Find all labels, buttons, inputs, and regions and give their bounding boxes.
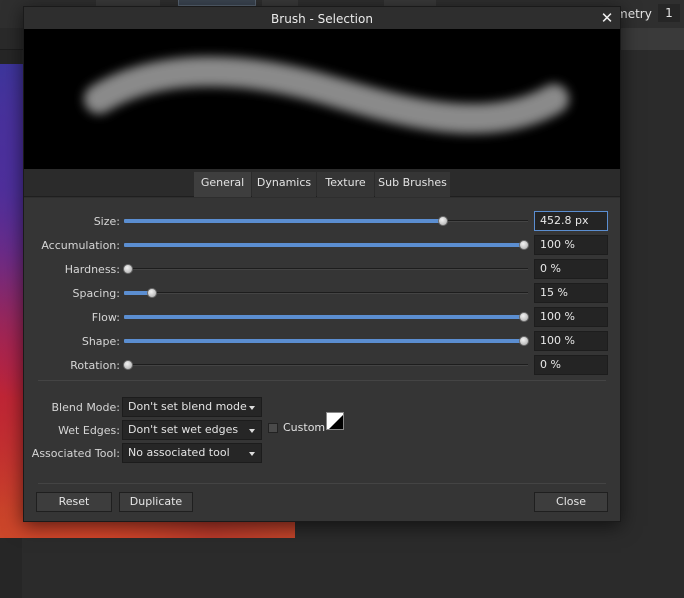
custom-checkbox[interactable]: [268, 423, 278, 433]
hardness-slider[interactable]: [123, 262, 528, 276]
associated-tool-dropdown[interactable]: No associated tool: [122, 443, 262, 463]
slider-track[interactable]: [124, 364, 528, 366]
slider-handle[interactable]: [519, 312, 529, 322]
rotation-slider[interactable]: [123, 358, 528, 372]
slider-fill: [124, 339, 528, 343]
tab-sub-brushes[interactable]: Sub Brushes: [375, 172, 450, 197]
shape-label: Shape:: [81, 335, 120, 348]
brush-stroke-preview: [84, 56, 569, 134]
hardness-label: Hardness:: [64, 263, 120, 276]
geometry-label: metry: [616, 7, 652, 21]
flow-value-field[interactable]: 100 %: [534, 307, 608, 327]
wet-edges-dropdown[interactable]: Don't set wet edges: [122, 420, 262, 440]
blend-mode-dropdown[interactable]: Don't set blend mode: [122, 397, 262, 417]
spacing-value-field[interactable]: 15 %: [534, 283, 608, 303]
rotation-value-field[interactable]: 0 %: [534, 355, 608, 375]
blend-mode-value: Don't set blend mode: [128, 400, 247, 413]
tab-general[interactable]: General: [194, 172, 251, 197]
chevron-down-icon: [249, 452, 255, 456]
slider-track[interactable]: [124, 292, 528, 294]
custom-label: Custom: [283, 421, 326, 434]
tab-bar: General Dynamics Texture Sub Brushes: [24, 169, 620, 197]
close-icon[interactable]: ✕: [600, 10, 614, 26]
size-slider[interactable]: [124, 214, 528, 228]
spacing-label: Spacing:: [72, 287, 120, 300]
dialog-titlebar[interactable]: Brush - Selection ✕: [24, 7, 620, 29]
slider-handle[interactable]: [123, 360, 133, 370]
chevron-down-icon: [249, 429, 255, 433]
wet-edges-curve-icon[interactable]: [326, 412, 344, 430]
dialog-title: Brush - Selection: [271, 12, 373, 26]
size-value-field[interactable]: 452.8 px: [534, 211, 608, 231]
duplicate-button[interactable]: Duplicate: [119, 492, 193, 512]
slider-handle[interactable]: [123, 264, 133, 274]
tab-texture[interactable]: Texture: [317, 172, 374, 197]
size-label: Size:: [93, 215, 120, 228]
footer-divider: [38, 483, 606, 484]
slider-handle[interactable]: [519, 240, 529, 250]
slider-handle[interactable]: [438, 216, 449, 226]
brush-dialog: Brush - Selection ✕ General Dynamics Tex…: [23, 6, 621, 522]
flow-slider[interactable]: [124, 310, 529, 324]
rotation-label: Rotation:: [70, 359, 120, 372]
slider-handle[interactable]: [519, 336, 529, 346]
section-divider: [38, 380, 606, 381]
chevron-down-icon: [249, 406, 255, 410]
brush-preview: [24, 29, 620, 169]
slider-handle[interactable]: [147, 288, 158, 298]
shape-slider[interactable]: [124, 334, 529, 348]
associated-tool-label: Associated Tool:: [31, 447, 120, 460]
accumulation-label: Accumulation:: [41, 239, 120, 252]
shape-value-field[interactable]: 100 %: [534, 331, 608, 351]
wet-edges-value: Don't set wet edges: [128, 423, 239, 436]
accumulation-value-field[interactable]: 100 %: [534, 235, 608, 255]
geometry-value[interactable]: 1: [658, 4, 680, 22]
slider-fill: [124, 219, 444, 223]
accumulation-slider[interactable]: [124, 238, 529, 252]
reset-button[interactable]: Reset: [36, 492, 112, 512]
spacing-slider[interactable]: [124, 286, 528, 300]
associated-tool-value: No associated tool: [128, 446, 230, 459]
blend-mode-label: Blend Mode:: [51, 401, 121, 414]
general-settings-panel: Size: 452.8 px Accumulation: 100 % Hardness:…: [24, 198, 620, 521]
slider-fill: [124, 243, 528, 247]
wet-edges-label: Wet Edges:: [58, 424, 120, 437]
slider-track[interactable]: [124, 268, 528, 270]
slider-fill: [124, 315, 528, 319]
close-button[interactable]: Close: [534, 492, 608, 512]
flow-label: Flow:: [91, 311, 120, 324]
hardness-value-field[interactable]: 0 %: [534, 259, 608, 279]
tab-dynamics[interactable]: Dynamics: [252, 172, 316, 197]
right-panel-header: [620, 28, 684, 50]
